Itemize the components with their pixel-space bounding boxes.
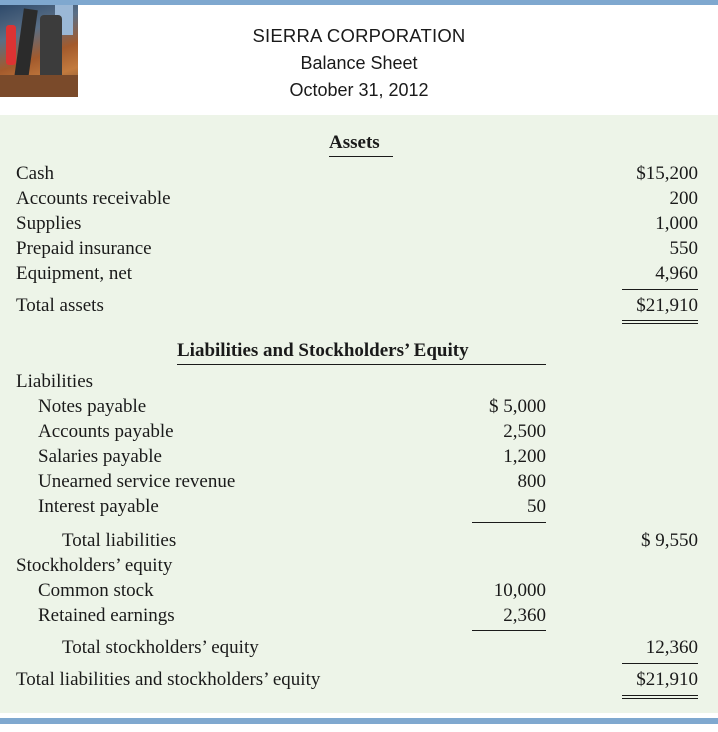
total-assets-double-rule-1 — [622, 320, 698, 321]
asset-label: Supplies — [16, 213, 82, 234]
grand-total-double-rule-1 — [622, 695, 698, 696]
assets-heading: Assets — [329, 132, 380, 153]
statement-name: Balance Sheet — [300, 53, 418, 73]
total-equity-label: Total stockholders’ equity — [62, 637, 259, 658]
liability-amount: 50 — [527, 496, 546, 517]
liability-label: Unearned service revenue — [38, 471, 236, 492]
liability-amount: 1,200 — [503, 446, 546, 467]
total-assets-label: Total assets — [16, 295, 104, 316]
grand-total-rule — [622, 663, 698, 664]
equity-item-amount: 2,360 — [503, 605, 546, 626]
assets-heading-underline — [329, 156, 393, 157]
asset-amount: 550 — [669, 238, 699, 259]
title-block: SIERRA CORPORATION Balance Sheet October… — [0, 25, 718, 101]
total-assets-double-rule-2 — [622, 323, 698, 324]
total-liabilities-label: Total liabilities — [62, 530, 177, 551]
asset-amount: $15,200 — [636, 163, 698, 184]
equity-subtotal-rule — [472, 630, 546, 631]
liab-equity-heading-underline — [177, 364, 546, 365]
statement-header: SIERRA CORPORATION Balance Sheet October… — [0, 5, 718, 115]
liability-amount: $ 5,000 — [489, 396, 546, 417]
asset-label: Equipment, net — [16, 263, 133, 284]
asset-amount: 200 — [669, 188, 699, 209]
total-assets-amount: $21,910 — [636, 295, 698, 316]
liability-label: Accounts payable — [38, 421, 174, 442]
grand-total-double-rule-2 — [622, 698, 698, 699]
asset-amount: 4,960 — [655, 263, 698, 284]
bottom-accent-bar — [0, 718, 718, 724]
liabilities-label: Liabilities — [16, 371, 94, 392]
liability-amount: 2,500 — [503, 421, 546, 442]
grand-total-label: Total liabilities and stockholders’ equi… — [16, 669, 321, 690]
liability-amount: 800 — [517, 471, 547, 492]
equity-label: Stockholders’ equity — [16, 555, 173, 576]
equity-item-label: Common stock — [38, 580, 154, 601]
asset-amount: 1,000 — [655, 213, 698, 234]
asset-label: Accounts receivable — [16, 188, 171, 209]
total-liabilities-amount: $ 9,550 — [641, 530, 698, 551]
liab-equity-heading: Liabilities and Stockholders’ Equity — [177, 340, 469, 361]
assets-subtotal-rule — [622, 289, 698, 290]
asset-label: Prepaid insurance — [16, 238, 152, 259]
statement-date: October 31, 2012 — [289, 80, 429, 100]
liability-label: Salaries payable — [38, 446, 162, 467]
balance-sheet-panel: Assets Cash $15,200 Accounts receivable … — [0, 115, 718, 713]
company-name: SIERRA CORPORATION — [252, 25, 466, 46]
liability-label: Notes payable — [38, 396, 147, 417]
liabilities-subtotal-rule — [472, 522, 546, 523]
liability-label: Interest payable — [38, 496, 159, 517]
equity-item-label: Retained earnings — [38, 605, 175, 626]
equity-item-amount: 10,000 — [493, 580, 546, 601]
asset-label: Cash — [16, 163, 54, 184]
grand-total-amount: $21,910 — [636, 669, 698, 690]
total-equity-amount: 12,360 — [645, 637, 698, 658]
